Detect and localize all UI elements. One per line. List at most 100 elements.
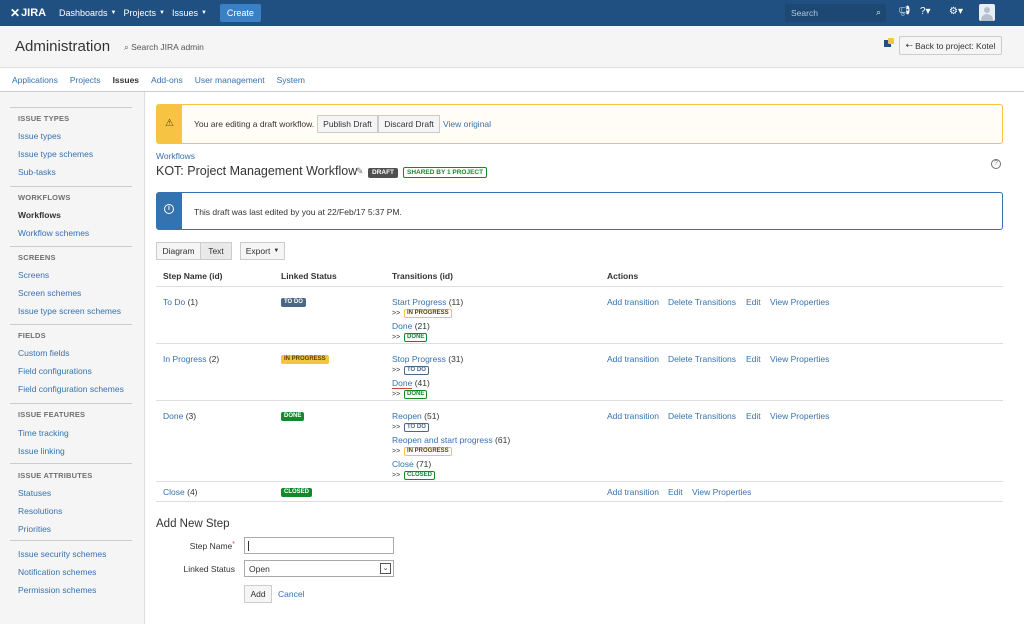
export-label: Export xyxy=(245,246,271,256)
back-to-project-button[interactable]: ⇠ Back to project: Kotel xyxy=(899,36,1002,55)
add-step-button[interactable]: Add xyxy=(244,585,272,603)
search-input[interactable]: Search ⌕ xyxy=(785,4,886,22)
export-dropdown-button[interactable]: Export ▼ xyxy=(240,242,285,260)
transition-id: (21) xyxy=(414,321,430,331)
sidebar-item-issue-type-schemes[interactable]: Issue type schemes xyxy=(18,149,93,159)
tab-system[interactable]: System xyxy=(277,75,305,85)
sidebar-item-priorities[interactable]: Priorities xyxy=(18,524,51,534)
transition-link[interactable]: Reopen and start progress xyxy=(392,435,493,445)
edit-step-link[interactable]: Edit xyxy=(746,411,761,421)
step-name-link[interactable]: Close xyxy=(163,487,185,497)
delete-transitions-link[interactable]: Delete Transitions xyxy=(668,354,736,364)
search-icon: ⌕ xyxy=(875,7,881,17)
sidebar-item-workflow-schemes[interactable]: Workflow schemes xyxy=(18,228,89,238)
jira-logo[interactable]: ✕ JIRA xyxy=(10,6,52,20)
notification-icon[interactable] xyxy=(884,38,894,48)
sidebar-divider xyxy=(10,186,132,187)
transition-link[interactable]: Done xyxy=(392,321,412,331)
gear-icon[interactable]: ⚙▾ xyxy=(949,6,963,17)
step-name-link[interactable]: In Progress xyxy=(163,354,206,364)
diagram-view-button[interactable]: Diagram xyxy=(156,242,201,260)
nav-issues-menu[interactable]: Issues ▼ xyxy=(172,8,207,18)
view-original-link[interactable]: View original xyxy=(443,119,491,129)
search-placeholder: Search xyxy=(791,8,818,18)
step-name-input[interactable] xyxy=(244,537,394,554)
transition-item: Stop Progress (31) xyxy=(392,354,463,364)
pencil-icon[interactable]: ✎ xyxy=(356,166,364,177)
add-transition-link[interactable]: Add transition xyxy=(607,297,659,307)
sidebar-item-issue-security-schemes[interactable]: Issue security schemes xyxy=(18,549,106,559)
sidebar-item-workflows[interactable]: Workflows xyxy=(18,210,61,220)
tab-add-ons[interactable]: Add-ons xyxy=(151,75,183,85)
chevron-down-icon: ▼ xyxy=(273,248,280,254)
tab-projects[interactable]: Projects xyxy=(70,75,101,85)
breadcrumb[interactable]: Workflows xyxy=(156,151,195,161)
red-underline-annotation xyxy=(392,388,412,389)
transition-link[interactable]: Start Progress xyxy=(392,297,446,307)
help-icon[interactable]: ? xyxy=(991,159,1001,169)
step-id: (1) xyxy=(187,297,198,307)
view-properties-link[interactable]: View Properties xyxy=(770,297,829,307)
transition-target-lozenge: CLOSED xyxy=(404,471,436,480)
sidebar-item-sub-tasks[interactable]: Sub-tasks xyxy=(18,167,56,177)
edit-step-link[interactable]: Edit xyxy=(746,354,761,364)
sidebar-item-notification-schemes[interactable]: Notification schemes xyxy=(18,567,96,577)
view-properties-link[interactable]: View Properties xyxy=(770,354,829,364)
transition-link[interactable]: Done xyxy=(392,378,412,388)
publish-draft-button[interactable]: Publish Draft xyxy=(317,115,378,133)
edit-step-link[interactable]: Edit xyxy=(746,297,761,307)
add-transition-link[interactable]: Add transition xyxy=(607,354,659,364)
delete-transitions-link[interactable]: Delete Transitions xyxy=(668,411,736,421)
sidebar-item-screens[interactable]: Screens xyxy=(18,270,49,280)
nav-dashboards-menu[interactable]: Dashboards ▼ xyxy=(59,8,116,18)
nav-projects-menu[interactable]: Projects ▼ xyxy=(123,8,164,18)
shared-by-project-badge[interactable]: SHARED BY 1 PROJECT xyxy=(403,167,488,178)
sidebar-item-field-configuration-schemes[interactable]: Field configuration schemes xyxy=(18,384,124,394)
megaphone-icon[interactable]: 📢︎ xyxy=(898,6,911,17)
transition-link[interactable]: Stop Progress xyxy=(392,354,446,364)
sidebar-item-issue-linking[interactable]: Issue linking xyxy=(18,446,65,456)
add-transition-link[interactable]: Add transition xyxy=(607,487,659,497)
text-view-button[interactable]: Text xyxy=(200,242,232,260)
linked-status-select[interactable]: Open ⌄ xyxy=(244,560,394,577)
discard-draft-button[interactable]: Discard Draft xyxy=(378,115,440,133)
sidebar-item-issue-type-screen-schemes[interactable]: Issue type screen schemes xyxy=(18,306,121,316)
tab-user-management[interactable]: User management xyxy=(195,75,265,85)
info-icon: i xyxy=(164,204,174,214)
add-transition-link[interactable]: Add transition xyxy=(607,411,659,421)
sidebar-item-statuses[interactable]: Statuses xyxy=(18,488,51,498)
step-name-link[interactable]: To Do xyxy=(163,297,185,307)
create-button[interactable]: Create xyxy=(219,4,261,22)
avatar[interactable] xyxy=(979,4,995,21)
sidebar-item-issue-types[interactable]: Issue types xyxy=(18,131,61,141)
table-row: In Progress (2) IN PROGRESS Stop Progres… xyxy=(156,343,1003,400)
sidebar-item-field-configurations[interactable]: Field configurations xyxy=(18,366,92,376)
step-name-link[interactable]: Done xyxy=(163,411,183,421)
sidebar-divider xyxy=(10,540,132,541)
view-properties-link[interactable]: View Properties xyxy=(692,487,751,497)
transition-arrow: >> xyxy=(392,367,401,374)
transition-id: (51) xyxy=(424,411,440,421)
sidebar-item-time-tracking[interactable]: Time tracking xyxy=(18,428,69,438)
sidebar-item-screen-schemes[interactable]: Screen schemes xyxy=(18,288,81,298)
delete-transitions-link[interactable]: Delete Transitions xyxy=(668,297,736,307)
transition-item: Done (41) xyxy=(392,378,430,388)
sidebar-item-resolutions[interactable]: Resolutions xyxy=(18,506,62,516)
sidebar-item-permission-schemes[interactable]: Permission schemes xyxy=(18,585,96,595)
linked-status-lozenge: DONE xyxy=(281,412,305,421)
transition-link[interactable]: Close xyxy=(392,459,414,469)
help-icon[interactable]: ?▾ xyxy=(920,6,931,17)
page-title: Administration xyxy=(15,38,111,55)
tab-applications[interactable]: Applications xyxy=(12,75,58,85)
linked-status-lozenge: TO DO xyxy=(281,298,306,307)
edit-step-link[interactable]: Edit xyxy=(668,487,683,497)
sidebar-item-custom-fields[interactable]: Custom fields xyxy=(18,348,70,358)
info-text: This draft was last edited by you at 22/… xyxy=(194,207,402,217)
view-properties-link[interactable]: View Properties xyxy=(770,411,829,421)
transition-id: (11) xyxy=(448,297,464,307)
admin-search-link[interactable]: ⌕ Search JIRA admin xyxy=(124,42,204,53)
cancel-link[interactable]: Cancel xyxy=(278,589,304,599)
transition-link[interactable]: Reopen xyxy=(392,411,422,421)
tab-issues[interactable]: Issues xyxy=(113,75,139,85)
step-id: (3) xyxy=(185,411,197,421)
